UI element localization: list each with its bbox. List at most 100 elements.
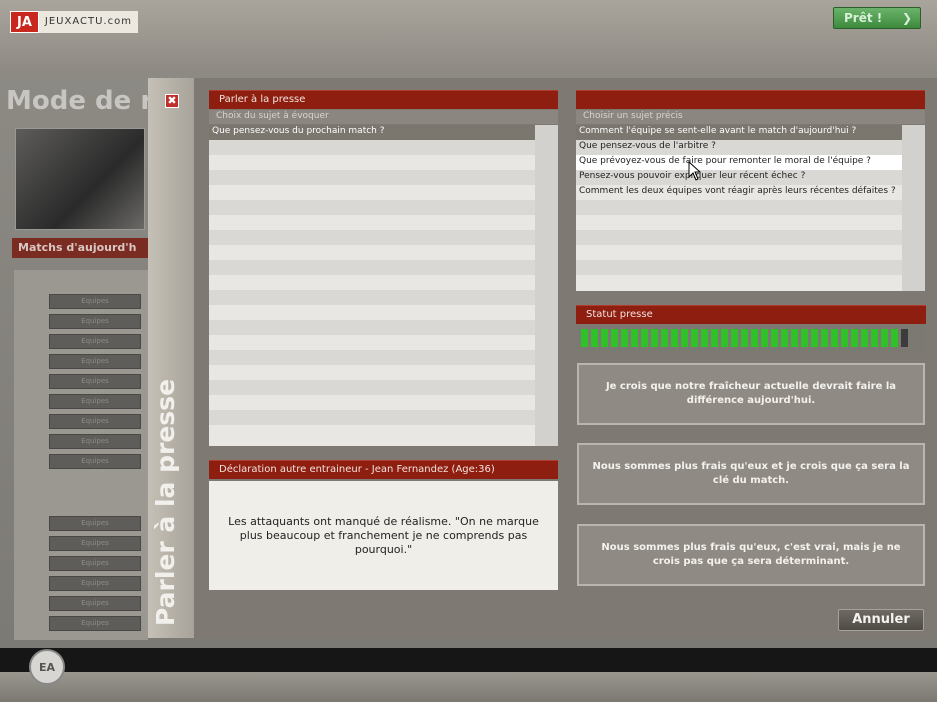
empty-row [209, 290, 558, 305]
logo-mark: JA [10, 11, 39, 33]
background-team-button: Equipes [49, 576, 141, 591]
empty-row [209, 140, 558, 155]
modal-sidebar: ✖ Parler à la presse [148, 78, 194, 638]
question-item[interactable]: Que prévoyez-vous de faire pour remonter… [576, 155, 925, 170]
status-segment [801, 329, 808, 347]
background-team-button: Equipes [49, 394, 141, 409]
empty-row [209, 365, 558, 380]
left-panel-header: Parler à la presse [209, 90, 558, 109]
status-segment [651, 329, 658, 347]
status-segment [711, 329, 718, 347]
empty-row [209, 380, 558, 395]
empty-row [209, 215, 558, 230]
mouse-cursor-icon [688, 161, 702, 181]
background-team-button: Equipes [49, 536, 141, 551]
background-photo [15, 128, 145, 230]
status-segment [851, 329, 858, 347]
right-panel-header [576, 90, 925, 109]
status-segment [741, 329, 748, 347]
empty-row [576, 245, 925, 260]
question-item[interactable]: Que pensez-vous de l'arbitre ? [576, 140, 925, 155]
status-segment [601, 329, 608, 347]
ready-button-label: Prêt ! [844, 11, 883, 25]
ready-button[interactable]: Prêt ! ❯ [833, 7, 921, 29]
status-segment [811, 329, 818, 347]
question-list: Comment l'équipe se sent-elle avant le m… [576, 125, 925, 291]
status-segment [621, 329, 628, 347]
close-icon[interactable]: ✖ [165, 94, 179, 108]
statut-header: Statut presse [576, 305, 926, 324]
status-segment [631, 329, 638, 347]
background-team-button: Equipes [49, 516, 141, 531]
modal-side-title: Parler à la presse [151, 378, 180, 626]
status-segment [591, 329, 598, 347]
left-panel-subheader: Choix du sujet à évoquer [209, 110, 558, 124]
status-segment [821, 329, 828, 347]
empty-row [209, 260, 558, 275]
empty-row [209, 305, 558, 320]
topic-item[interactable]: Que pensez-vous du prochain match ? [209, 125, 558, 140]
empty-row [209, 155, 558, 170]
empty-row [209, 170, 558, 185]
background-team-button: Equipes [49, 314, 141, 329]
status-segment [731, 329, 738, 347]
status-segment [721, 329, 728, 347]
press-modal: ✖ Parler à la presse Parler à la presse … [148, 78, 937, 638]
status-segment [641, 329, 648, 347]
question-item[interactable]: Comment l'équipe se sent-elle avant le m… [576, 125, 925, 140]
background-team-button: Equipes [49, 616, 141, 631]
status-segment [841, 329, 848, 347]
status-segment [761, 329, 768, 347]
status-segment [861, 329, 868, 347]
ea-logo-icon: EA [29, 649, 65, 685]
empty-row [209, 200, 558, 215]
empty-row [209, 185, 558, 200]
background-team-button: Equipes [49, 294, 141, 309]
answer-option-3[interactable]: Nous sommes plus frais qu'eux, c'est vra… [577, 524, 925, 586]
empty-row [576, 200, 925, 215]
background-team-button: Equipes [49, 374, 141, 389]
background-mode-title: Mode de r [6, 86, 154, 116]
status-segment [791, 329, 798, 347]
empty-row [209, 395, 558, 410]
right-panel-subheader: Choisir un sujet précis [576, 110, 925, 124]
question-list-scrollbar[interactable] [902, 125, 925, 291]
empty-row [209, 410, 558, 425]
answer-option-2[interactable]: Nous sommes plus frais qu'eux et je croi… [577, 443, 925, 505]
background-team-button: Equipes [49, 354, 141, 369]
empty-row [209, 245, 558, 260]
svg-text:EA: EA [39, 661, 56, 674]
status-segment [611, 329, 618, 347]
empty-row [576, 215, 925, 230]
status-segment [831, 329, 838, 347]
empty-row [209, 230, 558, 245]
topic-list-scrollbar[interactable] [535, 125, 558, 446]
empty-row [209, 425, 558, 440]
background-team-button: Equipes [49, 556, 141, 571]
logo-text: JEUXACTU.com [38, 11, 138, 33]
empty-row [209, 275, 558, 290]
background-footer-strip [0, 672, 937, 702]
status-segment [781, 329, 788, 347]
background-team-button: Equipes [49, 434, 141, 449]
question-item[interactable]: Pensez-vous pouvoir expliquer leur récen… [576, 170, 925, 185]
status-segment [881, 329, 888, 347]
question-item[interactable]: Comment les deux équipes vont réagir apr… [576, 185, 925, 200]
status-segment [671, 329, 678, 347]
press-status-bar [576, 324, 926, 352]
chevron-right-icon: ❯ [901, 11, 912, 25]
empty-row [576, 260, 925, 275]
topic-list: Que pensez-vous du prochain match ? [209, 125, 558, 446]
empty-row [209, 335, 558, 350]
cancel-button[interactable]: Annuler [838, 609, 924, 631]
empty-row [209, 320, 558, 335]
background-team-button: Equipes [49, 334, 141, 349]
status-segment [701, 329, 708, 347]
status-segment [681, 329, 688, 347]
answer-option-1[interactable]: Je crois que notre fraîcheur actuelle de… [577, 363, 925, 425]
status-segment [771, 329, 778, 347]
empty-row [209, 350, 558, 365]
empty-row [576, 230, 925, 245]
background-team-button: Equipes [49, 414, 141, 429]
status-segment [901, 329, 908, 347]
